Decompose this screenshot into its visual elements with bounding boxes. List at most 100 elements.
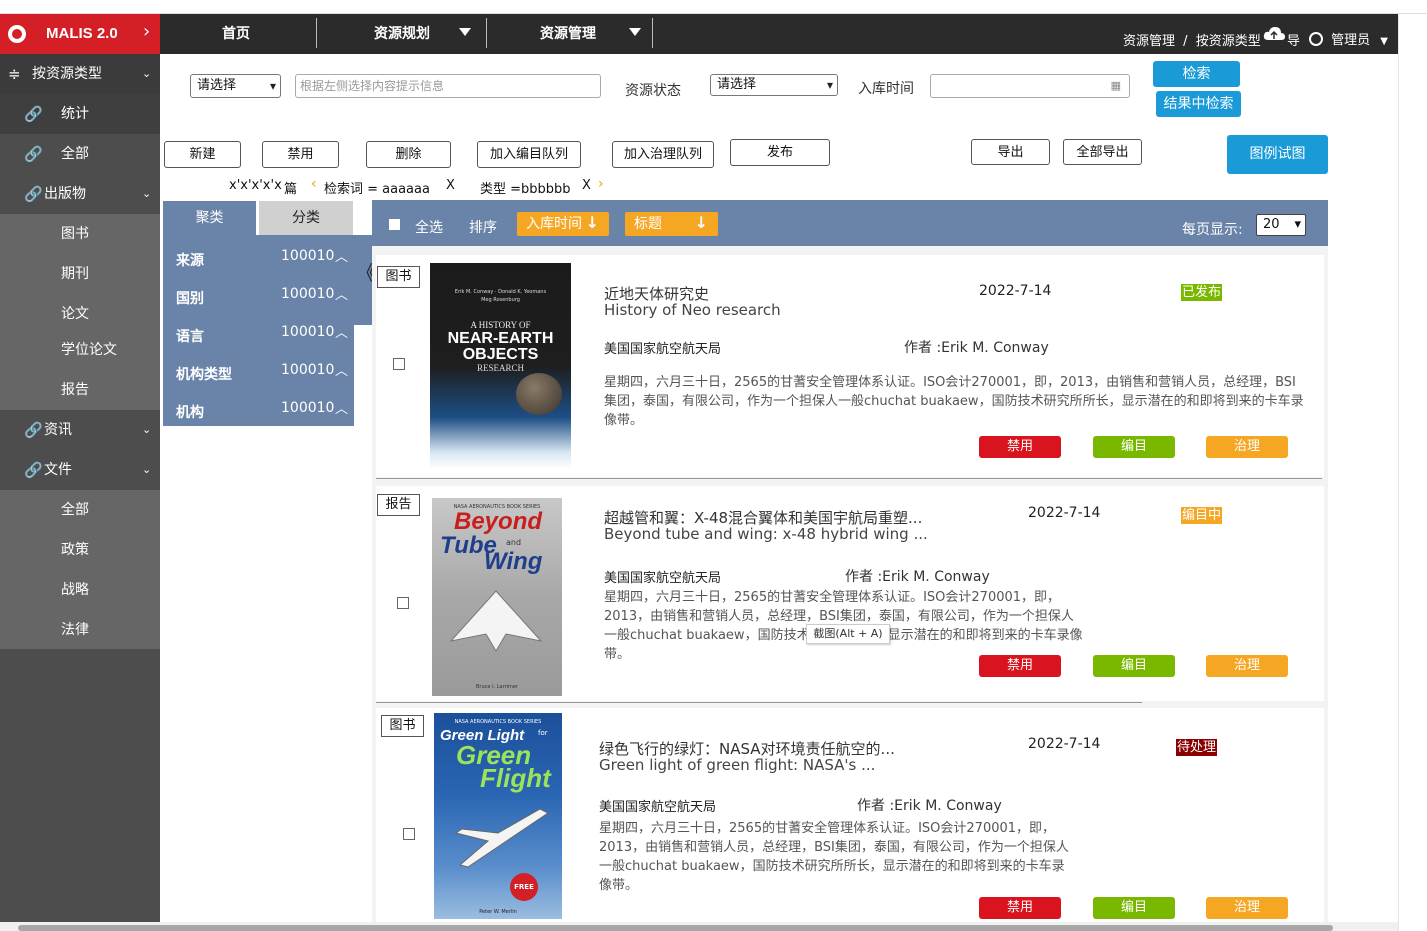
chevron-up-icon[interactable]: ︿ [335,360,348,379]
calendar-icon[interactable]: ▦ [1111,75,1121,97]
sidebar-item-law[interactable]: 法律 [0,610,160,649]
user-menu[interactable]: 管理员 ▼ [1309,29,1388,48]
link-icon: 🔗 [24,421,43,439]
per-page-select[interactable]: 20 [1256,214,1306,236]
sidebar-item-theses[interactable]: 学位论文 [0,330,160,370]
item-catalog-button[interactable]: 编目 [1093,436,1175,458]
item-subtitle[interactable]: History of Neo research [604,301,781,319]
sidebar-item-policy[interactable]: 政策 [0,530,160,570]
filter-chip-keyword-close[interactable]: X [446,178,455,193]
item-govern-button[interactable]: 治理 [1206,897,1288,919]
horizontal-scrollbar-thumb[interactable] [18,925,1333,931]
item-catalog-button[interactable]: 编目 [1093,897,1175,919]
sidebar-group-label: 按资源类型 [32,66,102,82]
item-govern-button[interactable]: 治理 [1206,655,1288,677]
sidebar-item-label: 全部 [61,146,89,162]
sidebar-item-doc-all[interactable]: 全部 [0,490,160,530]
item-subtitle[interactable]: Green light of green flight: NASA's ... [599,756,875,774]
tab-clustering[interactable]: 聚类 [163,201,256,235]
sort-by-date-button[interactable]: 入库时间 ↓ [517,212,609,236]
add-catalog-queue-button[interactable]: 加入编目队列 [477,141,581,168]
item-disable-button[interactable]: 禁用 [979,897,1061,919]
sidebar-item-all[interactable]: 🔗 全部 [0,134,160,174]
keyword-input[interactable]: 根据左侧选择内容提示信息 [295,74,601,98]
publish-button[interactable]: 发布 [730,139,830,166]
breadcrumb-overlay-char: 导 [1287,34,1301,49]
link-icon: 🔗 [24,145,43,163]
vertical-scrollbar[interactable] [1398,14,1427,931]
item-checkbox[interactable] [393,358,405,370]
chevron-up-icon[interactable]: ︿ [335,284,348,303]
asteroid-graphic [516,373,562,415]
report-cover-image[interactable]: NASA AERONAUTICS BOOK SERIES Beyond Tube… [432,498,562,696]
facet-row-country[interactable]: 国别 100010 ︿ [163,275,354,313]
filter-chip-type-close[interactable]: X [582,178,591,193]
delete-button[interactable]: 删除 [366,141,451,168]
legend-view-button[interactable]: 图例试图 [1227,135,1328,174]
item-checkbox[interactable] [403,828,415,840]
cover-author: Peter W. Merlin [479,909,517,915]
sidebar-item-papers[interactable]: 论文 [0,294,160,334]
date-label: 入库时间 [858,81,914,97]
sidebar-item-reports[interactable]: 报告 [0,370,160,410]
item-subtitle[interactable]: Beyond tube and wing: x-48 hybrid wing .… [604,525,928,543]
top-nav-management[interactable]: 资源管理 [540,14,596,54]
facet-row-org[interactable]: 机构 100010 ︿ [163,389,354,427]
cloud-upload-icon[interactable] [1262,24,1286,44]
scope-select[interactable]: 请选择 [190,74,281,98]
sidebar-item-news[interactable]: 🔗 资讯 ⌄ [0,410,160,450]
breadcrumb-root[interactable]: 资源管理 [1123,34,1175,49]
add-govern-queue-button[interactable]: 加入治理队列 [612,141,714,168]
select-all-checkbox[interactable] [389,219,400,230]
status-select[interactable]: 请选择 [710,74,838,96]
chevron-up-icon[interactable]: ︿ [335,322,348,341]
top-nav-home[interactable]: 首页 [222,14,250,54]
chevron-up-icon[interactable]: ︿ [335,246,348,265]
item-govern-button[interactable]: 治理 [1206,436,1288,458]
select-all-label[interactable]: 全选 [415,217,443,237]
disable-button[interactable]: 禁用 [262,141,339,168]
link-icon: 🔗 [24,461,43,479]
result-count: x'x'x'x'x [229,178,282,193]
breadcrumb-sep: / [1183,34,1188,49]
collapse-sidebar-icon[interactable]: › [143,21,150,42]
tab-classification[interactable]: 分类 [259,201,353,235]
item-checkbox[interactable] [397,597,409,609]
sidebar-item-strategy[interactable]: 战略 [0,570,160,610]
item-catalog-button[interactable]: 编目 [1093,655,1175,677]
sidebar-item-documents[interactable]: 🔗 文件 ⌄ [0,450,160,490]
chip-right-arrow-icon[interactable]: › [598,176,604,192]
facet-count: 100010 [281,286,335,302]
facet-row-org-type[interactable]: 机构类型 100010 ︿ [163,351,354,389]
caret-down-icon[interactable] [459,28,471,36]
facet-row-source[interactable]: 来源 100010 ︿ [163,237,354,275]
sidebar-item-journals[interactable]: 期刊 [0,254,160,294]
item-org: 美国国家航空航天局 [604,571,722,586]
sidebar-item-stats[interactable]: 🔗 统计 [0,94,160,134]
facet-row-language[interactable]: 语言 100010 ︿ [163,313,354,351]
sidebar-group-resource-type[interactable]: ≑ 按资源类型 ⌄ [0,54,160,94]
cover-series: NASA AERONAUTICS BOOK SERIES [454,719,542,725]
top-nav-planning[interactable]: 资源规划 [374,14,430,54]
export-all-button[interactable]: 全部导出 [1063,139,1142,165]
arrow-down-icon: ↓ [585,213,599,232]
item-author: 作者 :Erik M. Conway [857,798,1002,814]
chevron-up-icon[interactable]: ︿ [335,398,348,417]
book-cover-image[interactable]: Erik M. Conway · Donald K. Yeomans Meg R… [430,263,571,469]
item-disable-button[interactable]: 禁用 [979,436,1061,458]
item-status-badge: 已发布 [1181,284,1223,301]
search-in-results-button[interactable]: 结果中检索 [1156,91,1241,117]
sidebar-item-label: 报告 [61,382,89,398]
caret-down-icon[interactable] [629,28,641,36]
export-button[interactable]: 导出 [971,139,1050,165]
book-cover-image[interactable]: NASA AERONAUTICS BOOK SERIES Green Light… [434,713,562,919]
sidebar-item-books[interactable]: 图书 [0,214,160,254]
sort-by-title-button[interactable]: 标题 ↓ [625,212,718,236]
chip-left-arrow-icon[interactable]: ‹ [311,176,317,192]
search-button[interactable]: 检索 [1153,61,1240,87]
date-input[interactable]: ▦ [930,74,1130,98]
item-disable-button[interactable]: 禁用 [979,655,1061,677]
new-button[interactable]: 新建 [164,141,241,168]
chevron-down-icon: ⌄ [142,67,152,80]
sidebar-item-publications[interactable]: 🔗 出版物 ⌄ [0,174,160,214]
